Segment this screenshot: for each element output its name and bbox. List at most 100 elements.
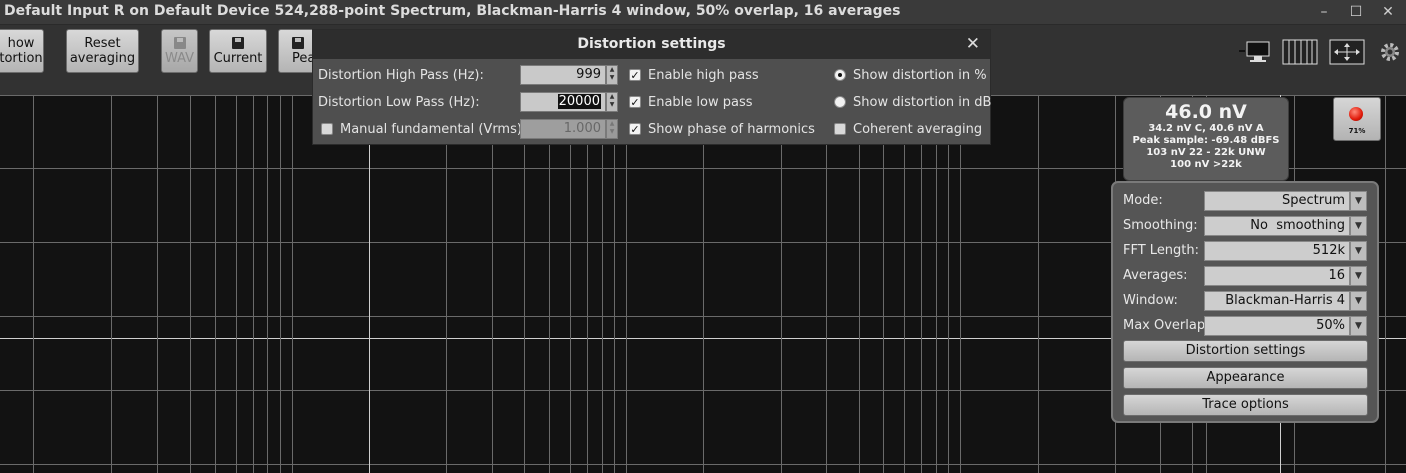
save-icon xyxy=(173,36,186,49)
grid-line xyxy=(369,95,370,473)
chevron-down-icon[interactable]: ▼ xyxy=(1350,316,1367,336)
reading-main-value: 46.0 nV xyxy=(1165,101,1247,123)
close-icon[interactable]: ✕ xyxy=(1377,2,1399,22)
grid-line xyxy=(614,95,615,473)
grid-line xyxy=(570,95,571,473)
manual-fundamental-stepper[interactable]: ▲ ▼ xyxy=(606,119,618,139)
high-pass-stepper[interactable]: ▲ ▼ xyxy=(606,65,618,85)
chevron-down-icon[interactable]: ▼ xyxy=(1350,241,1367,261)
show-pct-radio[interactable] xyxy=(834,69,846,81)
enable-low-pass-checkbox[interactable]: ✓ xyxy=(629,96,641,109)
chevron-down-icon[interactable]: ▼ xyxy=(1350,216,1367,236)
manual-fundamental-checkbox[interactable] xyxy=(321,123,333,135)
grid-line xyxy=(703,95,704,473)
window-select[interactable]: Blackman-Harris 4 xyxy=(1204,291,1350,311)
grid-line xyxy=(1385,95,1386,473)
distortion-settings-dialog: Distortion settings ✕ Distortion High Pa… xyxy=(312,29,991,145)
grid-line xyxy=(267,95,268,473)
reset-label-2: averaging xyxy=(69,51,136,66)
manual-fundamental-input[interactable]: 1.000 xyxy=(520,119,606,139)
show-distortion-button[interactable]: how tortion xyxy=(0,29,44,73)
window-label: Window: xyxy=(1123,293,1178,308)
enable-high-pass-label: Enable high pass xyxy=(648,68,759,83)
show-db-label: Show distortion in dB xyxy=(853,95,992,110)
dialog-title: Distortion settings xyxy=(313,30,990,59)
reset-label-1: Reset xyxy=(84,36,121,51)
grid-line xyxy=(936,95,937,473)
grid-line xyxy=(446,95,447,473)
reading-line-2: Peak sample: -69.48 dBFS xyxy=(1132,135,1280,146)
close-icon[interactable]: ✕ xyxy=(966,34,980,54)
grid-line xyxy=(524,95,525,473)
current-label: Current xyxy=(213,50,263,66)
grid-line xyxy=(280,95,281,473)
show-distortion-label-2: tortion xyxy=(0,51,43,66)
maximize-icon[interactable]: ☐ xyxy=(1345,2,1367,22)
gear-icon[interactable] xyxy=(1378,39,1402,65)
grid-line xyxy=(602,95,603,473)
level-indicator-button[interactable]: 71% xyxy=(1333,97,1381,141)
mode-select[interactable]: Spectrum xyxy=(1204,191,1350,211)
fullscreen-icon[interactable] xyxy=(1329,39,1365,65)
grid-line xyxy=(190,95,191,473)
mode-label: Mode: xyxy=(1123,193,1163,208)
appearance-button[interactable]: Appearance xyxy=(1123,367,1368,389)
grid-line xyxy=(587,95,588,473)
chevron-down-icon[interactable]: ▼ xyxy=(1350,191,1367,211)
save-icon xyxy=(292,36,304,49)
grid-line xyxy=(960,95,961,473)
high-pass-input[interactable]: 999 xyxy=(520,65,606,85)
fft-length-select[interactable]: 512k xyxy=(1204,241,1350,261)
grid-line xyxy=(492,95,493,473)
show-phase-checkbox[interactable]: ✓ xyxy=(629,123,641,136)
trace-options-button[interactable]: Trace options xyxy=(1123,394,1368,416)
high-pass-label: Distortion High Pass (Hz): xyxy=(318,68,484,83)
enable-high-pass-checkbox[interactable]: ✓ xyxy=(629,69,641,82)
enable-low-pass-label: Enable low pass xyxy=(648,95,753,110)
grid-line xyxy=(236,95,237,473)
low-pass-label: Distortion Low Pass (Hz): xyxy=(318,95,480,110)
current-button[interactable]: Current xyxy=(209,29,267,73)
save-icon xyxy=(232,36,244,49)
grid-line xyxy=(1038,95,1039,473)
grid-line xyxy=(626,95,627,473)
reading-panel: 46.0 nV 34.2 nV C, 40.6 nV A Peak sample… xyxy=(1123,97,1289,181)
grid-line xyxy=(253,95,254,473)
layout-columns-icon[interactable] xyxy=(1282,39,1318,65)
distortion-settings-button[interactable]: Distortion settings xyxy=(1123,340,1368,362)
reset-averaging-button[interactable]: Reset averaging xyxy=(66,29,139,73)
grid-line xyxy=(781,95,782,473)
wav-button[interactable]: WAV xyxy=(161,29,198,73)
chevron-down-icon[interactable]: ▼ xyxy=(1350,266,1367,286)
low-pass-value: 20000 xyxy=(557,94,601,109)
wav-label: WAV xyxy=(164,50,195,66)
grid-line xyxy=(859,95,860,473)
averages-label: Averages: xyxy=(1123,268,1188,283)
grid-line xyxy=(33,95,34,473)
record-icon xyxy=(1349,107,1363,121)
manual-fundamental-label: Manual fundamental (Vrms) xyxy=(340,122,522,137)
max-overlap-select[interactable]: 50% xyxy=(1204,316,1350,336)
chevron-down-icon[interactable]: ▼ xyxy=(1350,291,1367,311)
low-pass-stepper[interactable]: ▲ ▼ xyxy=(606,92,618,112)
level-percent: 71% xyxy=(1348,127,1366,135)
show-db-radio[interactable] xyxy=(834,96,846,108)
averages-select[interactable]: 16 xyxy=(1204,266,1350,286)
smoothing-select[interactable]: No smoothing xyxy=(1204,216,1350,236)
reading-line-3: 103 nV 22 - 22k UNW xyxy=(1146,147,1266,158)
coherent-averaging-label: Coherent averaging xyxy=(853,122,983,137)
grid-line xyxy=(921,95,922,473)
grid-line xyxy=(883,95,884,473)
monitor-icon[interactable] xyxy=(1237,39,1273,65)
low-pass-input[interactable]: 20000 xyxy=(520,92,606,112)
fft-length-label: FFT Length: xyxy=(1123,243,1200,258)
grid-line xyxy=(948,95,949,473)
coherent-averaging-checkbox[interactable] xyxy=(834,123,846,135)
grid-line xyxy=(292,95,293,473)
minimize-icon[interactable]: – xyxy=(1313,2,1335,22)
grid-line xyxy=(549,95,550,473)
smoothing-label: Smoothing: xyxy=(1123,218,1198,233)
window-title: Default Input R on Default Device 524,28… xyxy=(4,3,901,19)
show-phase-label: Show phase of harmonics xyxy=(648,122,815,137)
show-pct-label: Show distortion in % xyxy=(853,68,987,83)
